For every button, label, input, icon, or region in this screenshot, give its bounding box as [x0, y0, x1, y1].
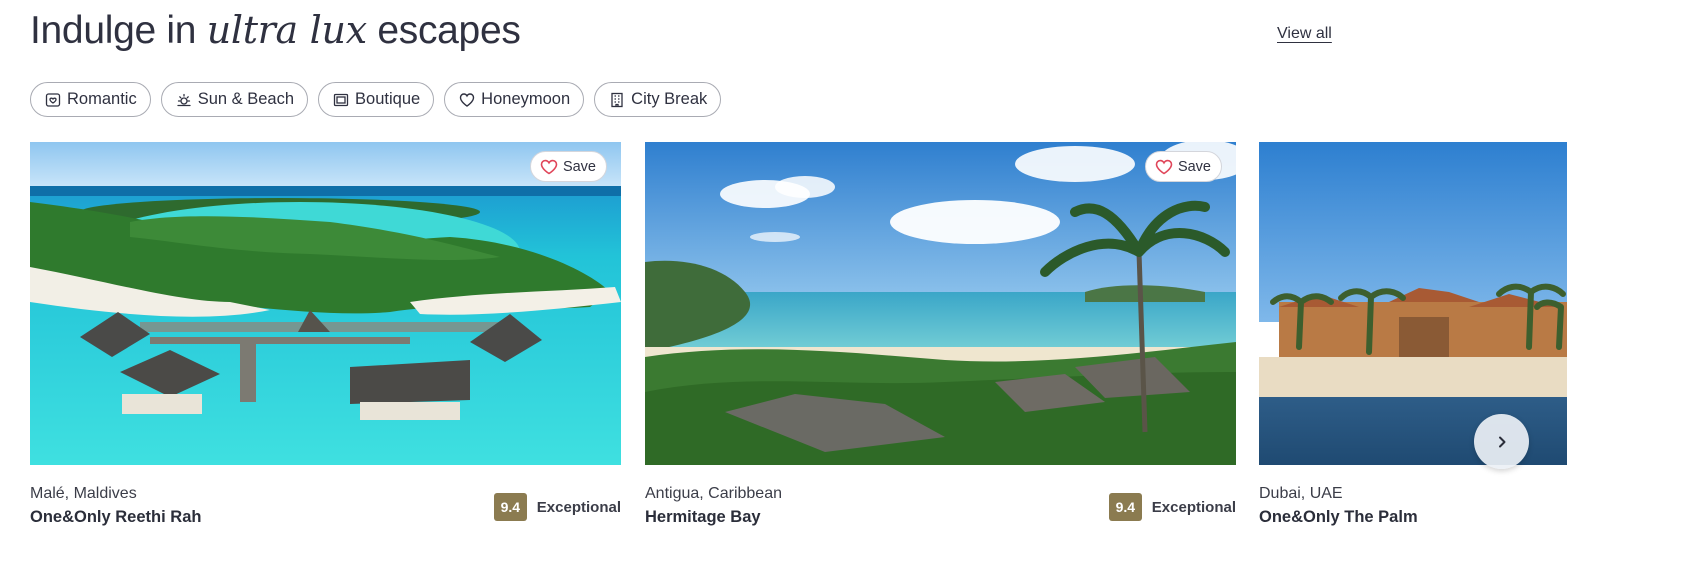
title-before: Indulge in	[30, 9, 207, 52]
chip-label: Romantic	[67, 90, 137, 108]
hotel-photo[interactable]: Save	[30, 142, 621, 465]
boutique-icon	[333, 92, 349, 108]
hotel-photo[interactable]	[1259, 142, 1567, 465]
hotel-location: Antigua, Caribbean	[645, 485, 782, 502]
title-after: escapes	[366, 9, 521, 52]
hotel-rating: 9.4 Exceptional	[1108, 493, 1236, 521]
filter-chips: Romantic Sun & Beach Boutique Honeymoon …	[30, 82, 722, 117]
score-badge: 9.4	[493, 493, 527, 521]
chip-sun-beach[interactable]: Sun & Beach	[160, 82, 309, 117]
section-title: Indulge in ultra lux escapes	[30, 8, 521, 53]
chip-honeymoon[interactable]: Honeymoon	[444, 82, 585, 117]
hotel-rating: 9.4 Exceptional	[493, 493, 621, 521]
chip-label: Sun & Beach	[197, 90, 295, 108]
save-button[interactable]: Save	[529, 151, 607, 182]
chip-romantic[interactable]: Romantic	[30, 82, 151, 117]
view-all-link[interactable]: View all	[1277, 25, 1332, 43]
heart-icon	[540, 159, 558, 175]
save-label: Save	[1177, 158, 1211, 175]
building-icon	[609, 92, 625, 108]
chevron-right-icon	[1495, 435, 1509, 449]
score-badge: 9.4	[1108, 493, 1142, 521]
title-emphasis: ultra lux	[206, 8, 367, 52]
carousel-next-button[interactable]	[1474, 414, 1529, 469]
score-label: Exceptional	[1151, 498, 1236, 516]
chip-label: Honeymoon	[481, 90, 571, 108]
chip-city-break[interactable]: City Break	[594, 82, 722, 117]
score-label: Exceptional	[536, 498, 621, 516]
hotel-location: Dubai, UAE	[1259, 485, 1343, 502]
hotel-name[interactable]: One&Only The Palm	[1259, 508, 1418, 527]
hotel-card[interactable]: Save Antigua, Caribbean Hermitage Bay 9.…	[645, 142, 1236, 526]
romantic-icon	[45, 92, 61, 108]
hotel-card[interactable]: Save Malé, Maldives One&Only Reethi Rah …	[30, 142, 621, 526]
save-button[interactable]: Save	[1144, 151, 1222, 182]
hotel-name[interactable]: One&Only Reethi Rah	[30, 508, 201, 527]
sun-icon	[176, 92, 192, 108]
chip-boutique[interactable]: Boutique	[318, 82, 435, 117]
hotel-name[interactable]: Hermitage Bay	[645, 508, 761, 527]
chip-label: City Break	[631, 90, 708, 108]
heart-icon	[459, 92, 475, 108]
chip-label: Boutique	[355, 90, 421, 108]
hotel-location: Malé, Maldives	[30, 485, 137, 502]
save-label: Save	[562, 158, 596, 175]
hotel-card[interactable]: Dubai, UAE One&Only The Palm	[1259, 142, 1567, 542]
hotel-photo[interactable]: Save	[645, 142, 1236, 465]
heart-icon	[1155, 159, 1173, 175]
